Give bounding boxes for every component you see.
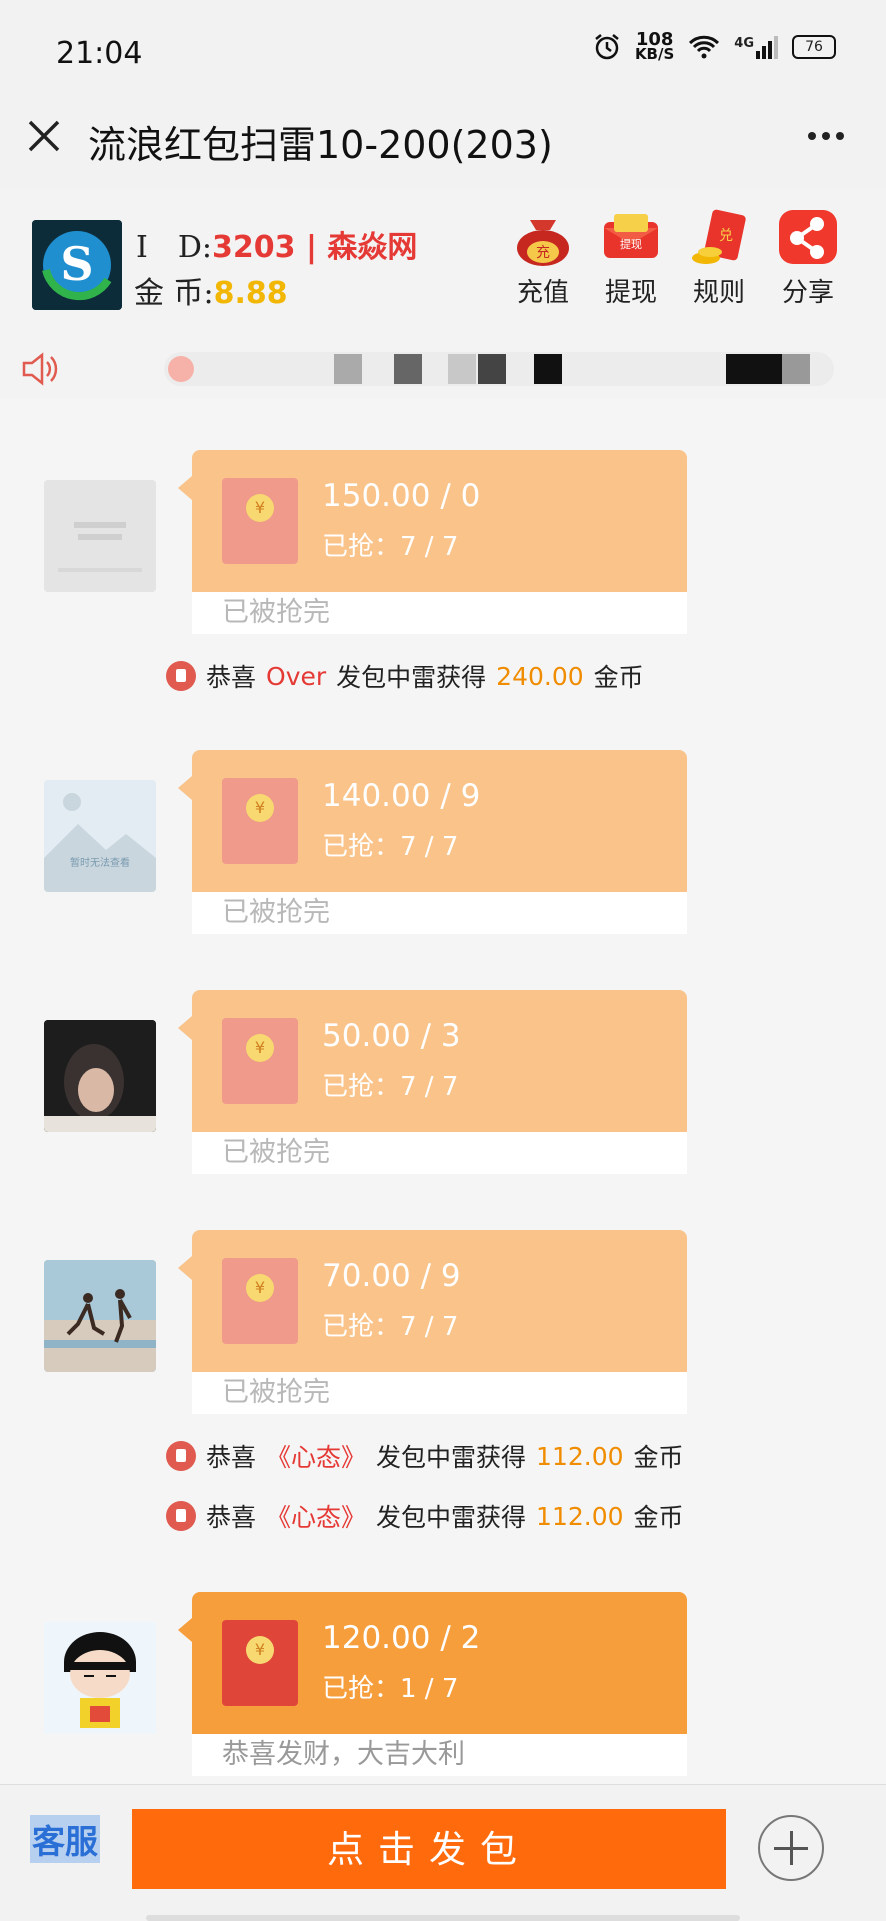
net-speed: 108 KB/S [634, 29, 675, 63]
more-icon[interactable] [806, 126, 846, 146]
avatar[interactable]: 暂时无法查看 [44, 780, 156, 892]
packet-greeting: 恭喜发财，大吉大利 [192, 1734, 687, 1776]
red-packet-message[interactable]: ¥ 150.00 / 0 已抢：7 / 7 已被抢完 [178, 450, 687, 634]
status-icons: 108 KB/S 4G 76 [593, 29, 836, 63]
alarm-icon [595, 34, 619, 60]
packet-amount: 150.00 / 0 [322, 478, 481, 514]
red-packet-message[interactable]: ¥ 70.00 / 9 已抢：7 / 7 已被抢完 [178, 1230, 687, 1414]
packet-amount: 70.00 / 9 [322, 1258, 461, 1294]
packet-amount: 120.00 / 2 [322, 1620, 481, 1656]
svg-text:暂时无法查看: 暂时无法查看 [70, 856, 130, 869]
red-packet-message[interactable]: ¥ 140.00 / 9 已抢：7 / 7 已被抢完 [178, 750, 687, 934]
bottom-bar: 客服 点击发包 [0, 1784, 886, 1921]
svg-text:S: S [60, 237, 93, 291]
page-title: 流浪红包扫雷10-200(203) [88, 123, 553, 167]
title-bar: 流浪红包扫雷10-200(203) [0, 104, 886, 189]
chat-list: ¥ 150.00 / 0 已抢：7 / 7 已被抢完 恭喜 Over 发包中雷获得 2… [0, 398, 886, 1784]
packet-badge-icon [166, 1441, 196, 1471]
packet-status: 已被抢完 [192, 1132, 687, 1174]
status-bar: 21:04 108 KB/S 4G 76 [0, 0, 886, 104]
profile-header: S I D:3203 | 森焱网 金 币:8.88 充 充值 提现 提现 兑 规… [0, 188, 886, 340]
red-envelope-icon: ¥ [222, 778, 298, 864]
packet-status: 已被抢完 [192, 592, 687, 634]
packet-amount: 140.00 / 9 [322, 778, 481, 814]
packet-grabbed: 已抢：7 / 7 [322, 1072, 459, 1102]
rules-button[interactable]: 兑 规则 [679, 208, 759, 309]
avatar[interactable] [44, 480, 156, 592]
red-packet-message[interactable]: ¥ 50.00 / 3 已抢：7 / 7 已被抢完 [178, 990, 687, 1174]
close-icon[interactable] [22, 114, 66, 158]
avatar[interactable] [44, 1260, 156, 1372]
customer-service-link[interactable]: 客服 [30, 1815, 100, 1863]
system-notice: 恭喜 《心态》 发包中雷获得 112.00 金币 [166, 1498, 684, 1534]
share-button[interactable]: 分享 [768, 208, 848, 309]
svg-text:提现: 提现 [620, 238, 642, 251]
signal-indicator: 4G [734, 35, 778, 59]
packet-badge-icon [166, 661, 196, 691]
rules-envelope-icon: 兑 [692, 209, 746, 264]
red-envelope-icon: ¥ [222, 1018, 298, 1104]
packet-grabbed: 已抢：7 / 7 [322, 1312, 459, 1342]
packet-status: 已被抢完 [192, 1372, 687, 1414]
red-envelope-icon: ¥ [222, 1258, 298, 1344]
packet-badge-icon [166, 1501, 196, 1531]
packet-grabbed: 已抢：7 / 7 [322, 832, 459, 862]
packet-grabbed: 已抢：1 / 7 [322, 1674, 459, 1704]
red-envelope-icon: 提现 [604, 214, 658, 258]
recharge-button[interactable]: 充 充值 [503, 208, 583, 309]
packet-status: 已被抢完 [192, 892, 687, 934]
clock: 21:04 [56, 36, 143, 71]
notice-bar [0, 340, 886, 398]
system-notice: 恭喜 《心态》 发包中雷获得 112.00 金币 [166, 1438, 684, 1474]
withdraw-button[interactable]: 提现 提现 [591, 208, 671, 309]
share-icon [779, 210, 837, 264]
svg-text:充: 充 [536, 245, 550, 261]
packet-grabbed: 已抢：7 / 7 [322, 532, 459, 562]
red-packet-message[interactable]: ¥ 120.00 / 2 已抢：1 / 7 恭喜发财，大吉大利 [178, 1592, 687, 1776]
battery-icon: 76 [792, 35, 836, 59]
scrolling-notice [164, 352, 834, 386]
system-notice: 恭喜 Over 发包中雷获得 240.00 金币 [166, 658, 644, 694]
site-logo: S [32, 220, 122, 310]
red-envelope-icon: ¥ [222, 478, 298, 564]
plus-icon[interactable] [758, 1815, 824, 1881]
coin-balance: 金 币:8.88 [134, 276, 288, 311]
avatar[interactable] [44, 1020, 156, 1132]
wifi-icon [689, 35, 720, 59]
user-id: I D:3203 | 森焱网 [136, 230, 418, 265]
packet-amount: 50.00 / 3 [322, 1018, 461, 1054]
home-indicator [146, 1915, 740, 1921]
money-bag-icon: 充 [517, 220, 569, 266]
send-packet-button[interactable]: 点击发包 [132, 1809, 726, 1889]
svg-text:兑: 兑 [719, 228, 733, 244]
avatar[interactable] [44, 1622, 156, 1734]
speaker-icon [22, 352, 58, 386]
red-envelope-icon: ¥ [222, 1620, 298, 1706]
